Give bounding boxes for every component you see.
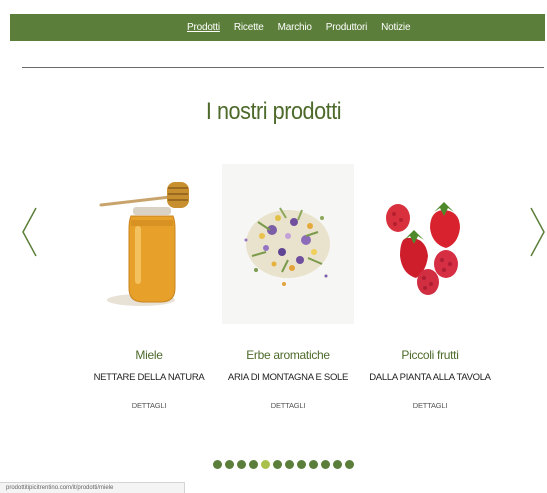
product-name: Erbe aromatiche [246, 348, 330, 362]
chevron-left-icon [22, 207, 37, 257]
product-subtitle: DALLA PIANTA ALLA TAVOLA [369, 372, 491, 383]
dried-herbs-icon [222, 164, 354, 324]
nav-item-ricette[interactable]: Ricette [234, 22, 264, 33]
nav-item-produttori[interactable]: Produttori [326, 22, 368, 33]
product-name: Miele [135, 348, 163, 362]
product-subtitle: NETTARE DELLA NATURA [93, 372, 205, 383]
pagination-dot[interactable] [297, 460, 306, 469]
status-bar-url: prodottitipicitrentino.com/it/prodotti/m… [0, 482, 185, 493]
product-subtitle: ARIA DI MONTAGNA E SOLE [227, 372, 349, 383]
details-link[interactable]: DETTAGLI [77, 401, 221, 410]
nav-item-notizie[interactable]: Notizie [381, 22, 410, 33]
pagination-dot[interactable] [261, 460, 270, 469]
pagination-dot[interactable] [225, 460, 234, 469]
pagination-dot[interactable] [237, 460, 246, 469]
chevron-right-icon [530, 207, 545, 257]
details-link[interactable]: DETTAGLI [216, 401, 360, 410]
product-name: Piccoli frutti [401, 348, 459, 362]
pagination-dot[interactable] [309, 460, 318, 469]
berries-icon [386, 202, 460, 295]
honey-jar-icon [99, 182, 189, 306]
pagination-dot[interactable] [285, 460, 294, 469]
carousel-pagination [213, 460, 354, 469]
main-nav: Prodotti Ricette Marchio Produttori Noti… [187, 14, 411, 41]
nav-item-marchio[interactable]: Marchio [278, 22, 312, 33]
pagination-dot[interactable] [345, 460, 354, 469]
pagination-dot[interactable] [333, 460, 342, 469]
section-divider [22, 67, 544, 68]
carousel-prev-button[interactable] [18, 204, 42, 260]
pagination-dot[interactable] [273, 460, 282, 469]
pagination-dot[interactable] [321, 460, 330, 469]
details-link[interactable]: DETTAGLI [358, 401, 502, 410]
pagination-dot[interactable] [249, 460, 258, 469]
page-title: I nostri prodotti [205, 98, 342, 125]
nav-item-prodotti[interactable]: Prodotti [187, 22, 220, 33]
pagination-dot[interactable] [213, 460, 222, 469]
carousel-next-button[interactable] [525, 204, 547, 260]
